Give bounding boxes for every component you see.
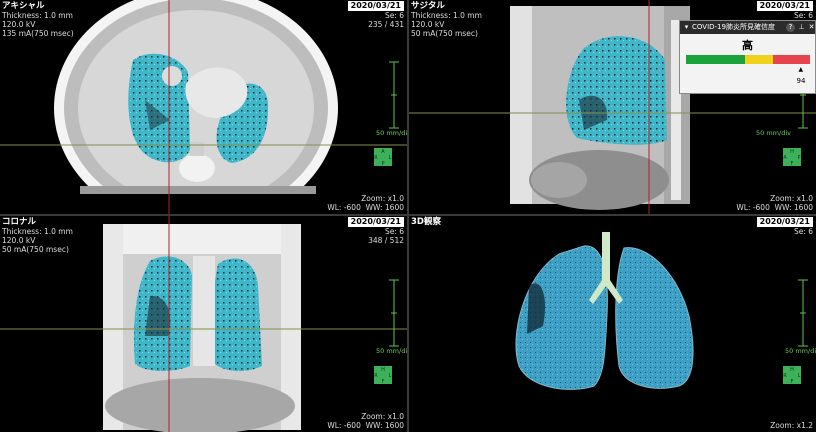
zoom-text: Zoom: x1.0 [361,194,404,203]
viewport-divider-horizontal[interactable] [0,214,816,216]
svg-text:H: H [790,367,794,373]
ma-text: 50 mA(750 msec) [411,29,478,38]
zoom-text: Zoom: x1.0 [770,194,813,203]
sagittal-view-info: Zoom: x1.0 WL: -600 WW: 1600 [736,194,813,212]
ma-text: 135 mA(750 msec) [2,29,74,38]
confidence-bar [686,55,811,64]
svg-text:P: P [381,161,384,167]
orientation-cube-icon[interactable]: H F R L [372,364,394,386]
scale-label: 50 mm/div [376,347,407,355]
viewport-title: 3D観察 [411,217,441,227]
image-index: 348 / 512 [368,236,404,245]
svg-text:R: R [374,155,378,161]
3d-lung-render [409,216,816,432]
pin-icon[interactable]: ⊥ [797,23,806,32]
svg-text:L: L [798,373,801,379]
svg-text:R: R [374,373,378,379]
window-text: WL: -600 WW: 1600 [327,421,404,430]
thickness-text: Thickness: 1.0 mm [2,11,73,20]
bar-segment-low [686,55,746,64]
orientation-cube-icon[interactable]: H F R L [781,364,803,386]
viewport-divider-vertical[interactable] [407,0,409,432]
thickness-text: Thickness: 1.0 mm [411,11,482,20]
series-text: Se: 6 [384,227,404,236]
viewport-title: サジタル [411,1,445,11]
3d-series-info: 2020/03/21 Se: 6 [756,217,813,236]
scale-bar [798,279,808,347]
window-text: WL: -600 WW: 1600 [736,203,813,212]
close-icon[interactable]: ✕ [807,23,816,32]
study-date: 2020/03/21 [756,217,813,227]
axial-series-info: 2020/03/21 Se: 6 235 / 431 [347,1,404,29]
3d-viewport[interactable]: 3D観察 2020/03/21 Se: 6 50 mm/div H F R L … [409,216,816,432]
covid-confidence-panel[interactable]: ▾ COVID-19肺炎所見確信度 ? ⊥ ✕ 高 ▲ 94 [679,20,816,94]
coronal-series-info: 2020/03/21 Se: 6 348 / 512 [347,217,404,245]
svg-text:F: F [791,161,794,167]
svg-text:A: A [783,155,787,161]
svg-text:H: H [381,367,385,373]
study-date: 2020/03/21 [347,217,404,227]
study-date: 2020/03/21 [756,1,813,11]
scale-label: 50 mm/div [376,129,407,137]
svg-text:P: P [797,155,800,161]
kv-text: 120.0 kV [2,236,36,245]
axial-viewport[interactable]: アキシャル Thickness: 1.0 mm 120.0 kV 135 mA(… [0,0,407,214]
series-text: Se: 6 [793,11,813,20]
3d-info: 3D観察 [411,217,441,227]
orientation-cube-icon[interactable]: H F A P [781,146,803,168]
coronal-info: コロナル Thickness: 1.0 mm 120.0 kV 50 mA(75… [2,217,73,255]
svg-text:R: R [783,373,787,379]
confidence-score: 94 [796,77,806,85]
svg-text:F: F [791,379,794,385]
kv-text: 120.0 kV [411,20,445,29]
scale-label: 50 mm/div [756,129,791,137]
thickness-text: Thickness: 1.0 mm [2,227,73,236]
axial-info: アキシャル Thickness: 1.0 mm 120.0 kV 135 mA(… [2,1,74,39]
confidence-level: 高 [742,39,753,52]
help-icon[interactable]: ? [786,23,795,32]
series-text: Se: 6 [793,227,813,236]
panel-title: COVID-19肺炎所見確信度 [692,23,775,31]
svg-text:L: L [389,155,392,161]
axial-view-info: Zoom: x1.0 WL: -600 WW: 1600 [327,194,404,212]
window-text: WL: -600 WW: 1600 [327,203,404,212]
score-pointer-icon: ▲ [798,66,804,73]
sagittal-series-info: 2020/03/21 Se: 6 [756,1,813,20]
3d-view-info: Zoom: x1.2 [770,421,813,430]
scale-label: 50 mm/div [785,347,816,355]
scale-bar [389,279,399,347]
bar-segment-mid [745,55,774,64]
panel-header[interactable]: ▾ COVID-19肺炎所見確信度 ? ⊥ ✕ [680,21,815,34]
bar-segment-high [773,55,811,64]
kv-text: 120.0 kV [2,20,36,29]
orientation-cube-icon[interactable]: A P R L [372,146,394,168]
svg-text:A: A [381,149,385,155]
viewport-title: アキシャル [2,1,45,11]
coronal-view-info: Zoom: x1.0 WL: -600 WW: 1600 [327,412,404,430]
svg-text:F: F [382,379,385,385]
series-text: Se: 6 [384,11,404,20]
sagittal-info: サジタル Thickness: 1.0 mm 120.0 kV 50 mA(75… [411,1,482,39]
viewport-title: コロナル [2,217,37,227]
ma-text: 50 mA(750 msec) [2,245,69,254]
svg-text:L: L [389,373,392,379]
collapse-chevron-icon[interactable]: ▾ [682,23,691,32]
zoom-text: Zoom: x1.2 [770,421,813,430]
scale-bar [389,61,399,129]
study-date: 2020/03/21 [347,1,404,11]
image-index: 235 / 431 [368,20,404,29]
svg-text:H: H [790,149,794,155]
zoom-text: Zoom: x1.0 [361,412,404,421]
coronal-viewport[interactable]: コロナル Thickness: 1.0 mm 120.0 kV 50 mA(75… [0,216,407,432]
